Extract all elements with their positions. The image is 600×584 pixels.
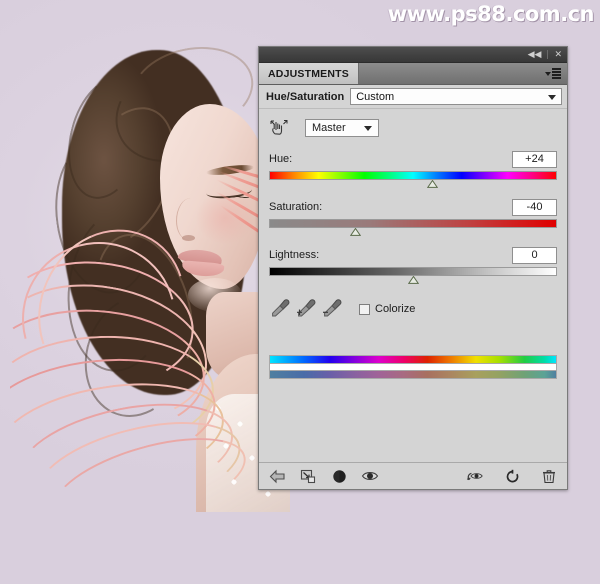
- panel-tabstrip: ADJUSTMENTS: [259, 63, 567, 85]
- half-filled-circle-icon[interactable]: [330, 467, 348, 485]
- trash-icon[interactable]: [540, 467, 558, 485]
- hue-slider-head: Hue: +24: [269, 150, 557, 168]
- saturation-track-wrap[interactable]: [269, 219, 557, 237]
- panel-footer: [259, 462, 567, 489]
- hue-track-wrap[interactable]: [269, 171, 557, 189]
- hue-slider-group: Hue: +24: [269, 150, 557, 189]
- eyedropper-icon[interactable]: [269, 298, 295, 320]
- back-arrow-icon[interactable]: [268, 467, 286, 485]
- on-image-adjustment-icon[interactable]: [269, 119, 289, 137]
- result-color-spectrum: [269, 370, 557, 379]
- tab-adjustments[interactable]: ADJUSTMENTS: [259, 63, 359, 84]
- chevron-down-icon: [364, 126, 372, 131]
- preset-dropdown[interactable]: Custom: [350, 88, 562, 105]
- panel-titlebar: ◀◀ ✕: [259, 47, 567, 63]
- colorize-label: Colorize: [375, 303, 416, 315]
- eyedropper-row: Colorize: [269, 297, 557, 321]
- channel-dropdown[interactable]: Master: [305, 119, 379, 137]
- lightness-track-wrap[interactable]: [269, 267, 557, 285]
- reset-arrow-icon[interactable]: [503, 467, 521, 485]
- footer-left-group: [268, 467, 379, 485]
- channel-value: Master: [312, 122, 346, 134]
- lightness-gradient-track[interactable]: [269, 267, 557, 276]
- eyedropper-plus-icon[interactable]: [295, 298, 321, 320]
- titlebar-divider: [547, 50, 549, 59]
- lightness-value-field[interactable]: 0: [512, 246, 557, 264]
- cheek-highlight: [196, 192, 254, 244]
- lightness-slider-group: Lightness: 0: [269, 246, 557, 285]
- saturation-slider-thumb[interactable]: [349, 228, 361, 236]
- saturation-slider-head: Saturation: -40: [269, 198, 557, 216]
- eye-icon[interactable]: [361, 467, 379, 485]
- nostril: [182, 235, 195, 241]
- watermark-text: www.ps88.com.cn: [387, 2, 595, 26]
- panel-menu-icon[interactable]: [545, 68, 561, 79]
- lightness-label: Lightness:: [269, 249, 320, 261]
- clip-to-layer-icon[interactable]: [299, 467, 317, 485]
- preset-row: Hue/Saturation Custom: [259, 85, 567, 109]
- saturation-label: Saturation:: [269, 201, 323, 213]
- saturation-gradient-track[interactable]: [269, 219, 557, 228]
- eye-previous-state-icon[interactable]: [466, 467, 484, 485]
- source-color-spectrum: [269, 355, 557, 364]
- hue-value-field[interactable]: +24: [512, 150, 557, 168]
- colorize-control[interactable]: Colorize: [359, 303, 415, 315]
- chevron-down-icon: [548, 94, 556, 100]
- lightness-slider-head: Lightness: 0: [269, 246, 557, 264]
- nose: [176, 198, 203, 240]
- colorize-checkbox[interactable]: [359, 303, 370, 315]
- spectrum-bars: [269, 355, 557, 379]
- collapse-to-icons-icon[interactable]: ◀◀: [526, 50, 544, 59]
- adjustment-type-label: Hue/Saturation: [266, 90, 345, 103]
- saturation-slider-group: Saturation: -40: [269, 198, 557, 237]
- hue-slider-thumb[interactable]: [426, 180, 438, 188]
- preset-value: Custom: [356, 90, 395, 103]
- hue-label: Hue:: [269, 153, 293, 165]
- hue-gradient-track[interactable]: [269, 171, 557, 180]
- channel-row: Master: [269, 117, 557, 139]
- lightness-slider-thumb[interactable]: [407, 276, 419, 284]
- eyedropper-minus-icon[interactable]: [321, 298, 347, 320]
- model-photo: [10, 42, 290, 512]
- close-icon[interactable]: ✕: [552, 50, 564, 59]
- screenshot-root: www.ps88.com.cn ◀◀ ✕ ADJUSTMENTS Hue/Sat…: [0, 0, 600, 584]
- footer-right-group: [466, 467, 558, 485]
- tabstrip-filler: [359, 63, 567, 84]
- adjustments-panel: ◀◀ ✕ ADJUSTMENTS Hue/Saturation Custom M…: [258, 46, 568, 490]
- saturation-value-field[interactable]: -40: [512, 198, 557, 216]
- panel-body: Master Hue: +24 Saturation: -40 Lightnes…: [259, 109, 567, 462]
